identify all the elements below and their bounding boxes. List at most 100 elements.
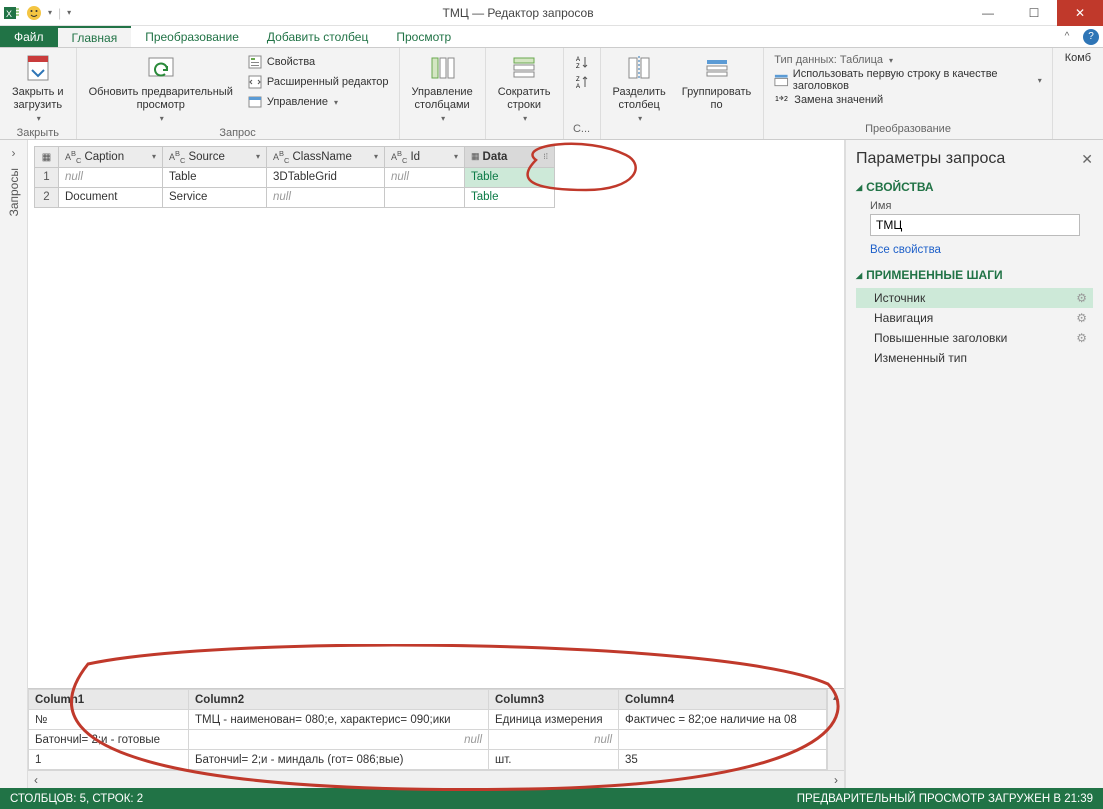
svg-text:A: A	[576, 57, 580, 63]
group-label-sort: С...	[570, 121, 594, 139]
properties-button[interactable]: Свойства	[243, 52, 393, 72]
tab-file[interactable]: Файл	[0, 26, 58, 47]
manage-icon	[247, 94, 263, 110]
replace-values-button[interactable]: 12 Замена значений	[770, 90, 1045, 110]
main-grid[interactable]: ▦ ABCCaption▾ ABCSource▾ ABCClassName▾ A…	[34, 146, 555, 208]
svg-text:A: A	[576, 84, 580, 90]
group-icon	[701, 52, 733, 84]
status-bar: СТОЛБЦОВ: 5, СТРОК: 2 ПРЕДВАРИТЕЛЬНЫЙ ПР…	[0, 788, 1103, 809]
expand-sidebar-icon[interactable]: ›	[12, 146, 16, 160]
queries-sidebar-collapsed[interactable]: › Запросы	[0, 140, 28, 788]
pcol-3[interactable]: Column3	[489, 690, 619, 710]
group-by-button[interactable]: Группировать по	[676, 50, 758, 114]
sort-asc-icon: AZ	[574, 54, 590, 70]
prow-2[interactable]: Батончиl= 2;и - готовыеnullnull	[29, 730, 827, 750]
svg-text:Z: Z	[576, 64, 580, 70]
all-properties-link[interactable]: Все свойства	[870, 244, 941, 256]
pcol-4[interactable]: Column4	[619, 690, 827, 710]
prow-1[interactable]: №ТМЦ - наименован= 080;е, характерис= 09…	[29, 710, 827, 730]
step-source[interactable]: Источник⚙	[856, 288, 1093, 308]
minimize-button[interactable]: —	[965, 0, 1011, 26]
gear-icon[interactable]: ⚙	[1076, 291, 1087, 305]
pcol-1[interactable]: Column1	[29, 690, 189, 710]
ribbon: Закрыть и загрузить Закрыть Обновить пре…	[0, 48, 1103, 140]
sort-desc-icon: ZA	[574, 74, 590, 90]
sidebar-label: Запросы	[7, 168, 21, 216]
gear-icon[interactable]: ⚙	[1076, 311, 1087, 325]
grid-row-1[interactable]: 1 null Table 3DTableGrid null Table	[35, 167, 555, 187]
combine-button[interactable]: Комб	[1059, 50, 1097, 67]
scroll-up-icon[interactable]: ▴	[833, 689, 839, 703]
name-input[interactable]	[870, 214, 1080, 236]
columns-icon	[426, 52, 458, 84]
app-icon-excel: X	[4, 5, 20, 21]
advanced-editor-button[interactable]: Расширенный редактор	[243, 72, 393, 92]
query-settings-panel: Параметры запроса ✕ СВОЙСТВА Имя Все сво…	[845, 140, 1103, 788]
datatype-button[interactable]: Тип данных: Таблица	[770, 50, 1045, 70]
emoji-icon	[26, 5, 42, 21]
svg-text:1: 1	[775, 96, 779, 103]
refresh-preview-button[interactable]: Обновить предварительный просмотр	[83, 50, 239, 125]
split-icon	[623, 52, 655, 84]
step-changed-type[interactable]: Измененный тип	[856, 348, 1093, 368]
manage-button[interactable]: Управление	[243, 92, 393, 112]
col-caption[interactable]: ABCCaption▾	[59, 147, 163, 168]
first-row-headers-button[interactable]: Использовать первую строку в качестве за…	[770, 70, 1045, 90]
prow-3[interactable]: 1Батончиl= 2;и - миндаль (гот= 086;вые)ш…	[29, 750, 827, 770]
step-navigation[interactable]: Навигация⚙	[856, 308, 1093, 328]
replace-icon: 12	[774, 92, 790, 108]
preview-hscroll[interactable]: ‹ ›	[28, 770, 844, 788]
scroll-right-icon[interactable]: ›	[834, 773, 838, 787]
sort-desc-button[interactable]: ZA	[570, 72, 594, 92]
col-classname[interactable]: ABCClassName▾	[267, 147, 385, 168]
name-label: Имя	[870, 200, 1093, 212]
ribbon-collapse-icon[interactable]: ^	[1055, 26, 1079, 47]
title-bar: X ▾ | ▾ ТМЦ — Редактор запросов — ☐ ✕	[0, 0, 1103, 26]
help-button[interactable]: ?	[1079, 26, 1103, 47]
manage-columns-button[interactable]: Управление столбцами	[406, 50, 479, 125]
tab-transform[interactable]: Преобразование	[131, 26, 253, 47]
close-button[interactable]: ✕	[1057, 0, 1103, 26]
section-properties[interactable]: СВОЙСТВА	[856, 180, 1093, 194]
reduce-rows-button[interactable]: Сократить строки	[492, 50, 557, 125]
grid-corner[interactable]: ▦	[35, 147, 59, 168]
section-steps[interactable]: ПРИМЕНЕННЫЕ ШАГИ	[856, 268, 1093, 282]
ribbon-tabs: Файл Главная Преобразование Добавить сто…	[0, 26, 1103, 48]
properties-icon	[247, 54, 263, 70]
col-data[interactable]: ▦Data⁝⁞	[465, 147, 555, 168]
advanced-editor-icon	[247, 74, 263, 90]
separator: |	[58, 6, 61, 20]
cell-data-1[interactable]: Table	[465, 167, 555, 187]
preview-vscroll[interactable]: ▴	[827, 689, 844, 770]
headers-icon	[774, 72, 788, 88]
svg-text:Z: Z	[576, 77, 580, 83]
step-promoted-headers[interactable]: Повышенные заголовки⚙	[856, 328, 1093, 348]
close-load-button[interactable]: Закрыть и загрузить	[6, 50, 70, 125]
group-label-transform: Преобразование	[770, 121, 1045, 139]
refresh-icon	[145, 52, 177, 84]
panel-close-icon[interactable]: ✕	[1081, 151, 1093, 168]
split-column-button[interactable]: Разделить столбец	[607, 50, 672, 125]
svg-text:2: 2	[784, 96, 788, 103]
status-left: СТОЛБЦОВ: 5, СТРОК: 2	[10, 793, 143, 805]
dropdown-indicator-icon[interactable]: ▾	[48, 8, 52, 17]
preview-grid[interactable]: Column1 Column2 Column3 Column4 №ТМЦ - н…	[28, 689, 827, 770]
grid-row-2[interactable]: 2 Document Service null Table	[35, 187, 555, 207]
tab-home[interactable]: Главная	[58, 26, 132, 47]
panel-title: Параметры запроса	[856, 150, 1005, 168]
sort-asc-button[interactable]: AZ	[570, 52, 594, 72]
svg-text:X: X	[6, 9, 12, 19]
col-id[interactable]: ABCId▾	[385, 147, 465, 168]
tab-addcolumn[interactable]: Добавить столбец	[253, 26, 382, 47]
pcol-2[interactable]: Column2	[189, 690, 489, 710]
close-load-icon	[22, 52, 54, 84]
col-source[interactable]: ABCSource▾	[163, 147, 267, 168]
rows-icon	[508, 52, 540, 84]
maximize-button[interactable]: ☐	[1011, 0, 1057, 26]
tab-view[interactable]: Просмотр	[382, 26, 465, 47]
table-icon: ▦	[42, 152, 51, 163]
gear-icon[interactable]: ⚙	[1076, 331, 1087, 345]
status-right: ПРЕДВАРИТЕЛЬНЫЙ ПРОСМОТР ЗАГРУЖЕН В 21:3…	[797, 793, 1093, 805]
table-type-icon: ▦	[471, 151, 480, 162]
cell-data-2[interactable]: Table	[465, 187, 555, 207]
